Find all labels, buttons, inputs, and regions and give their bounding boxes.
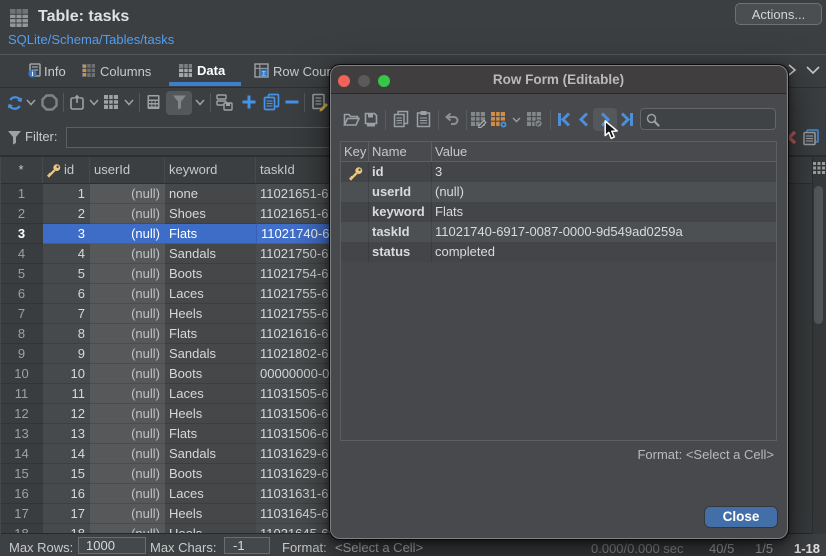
svg-text:i: i — [32, 71, 34, 78]
svg-text:Σ: Σ — [262, 71, 266, 78]
